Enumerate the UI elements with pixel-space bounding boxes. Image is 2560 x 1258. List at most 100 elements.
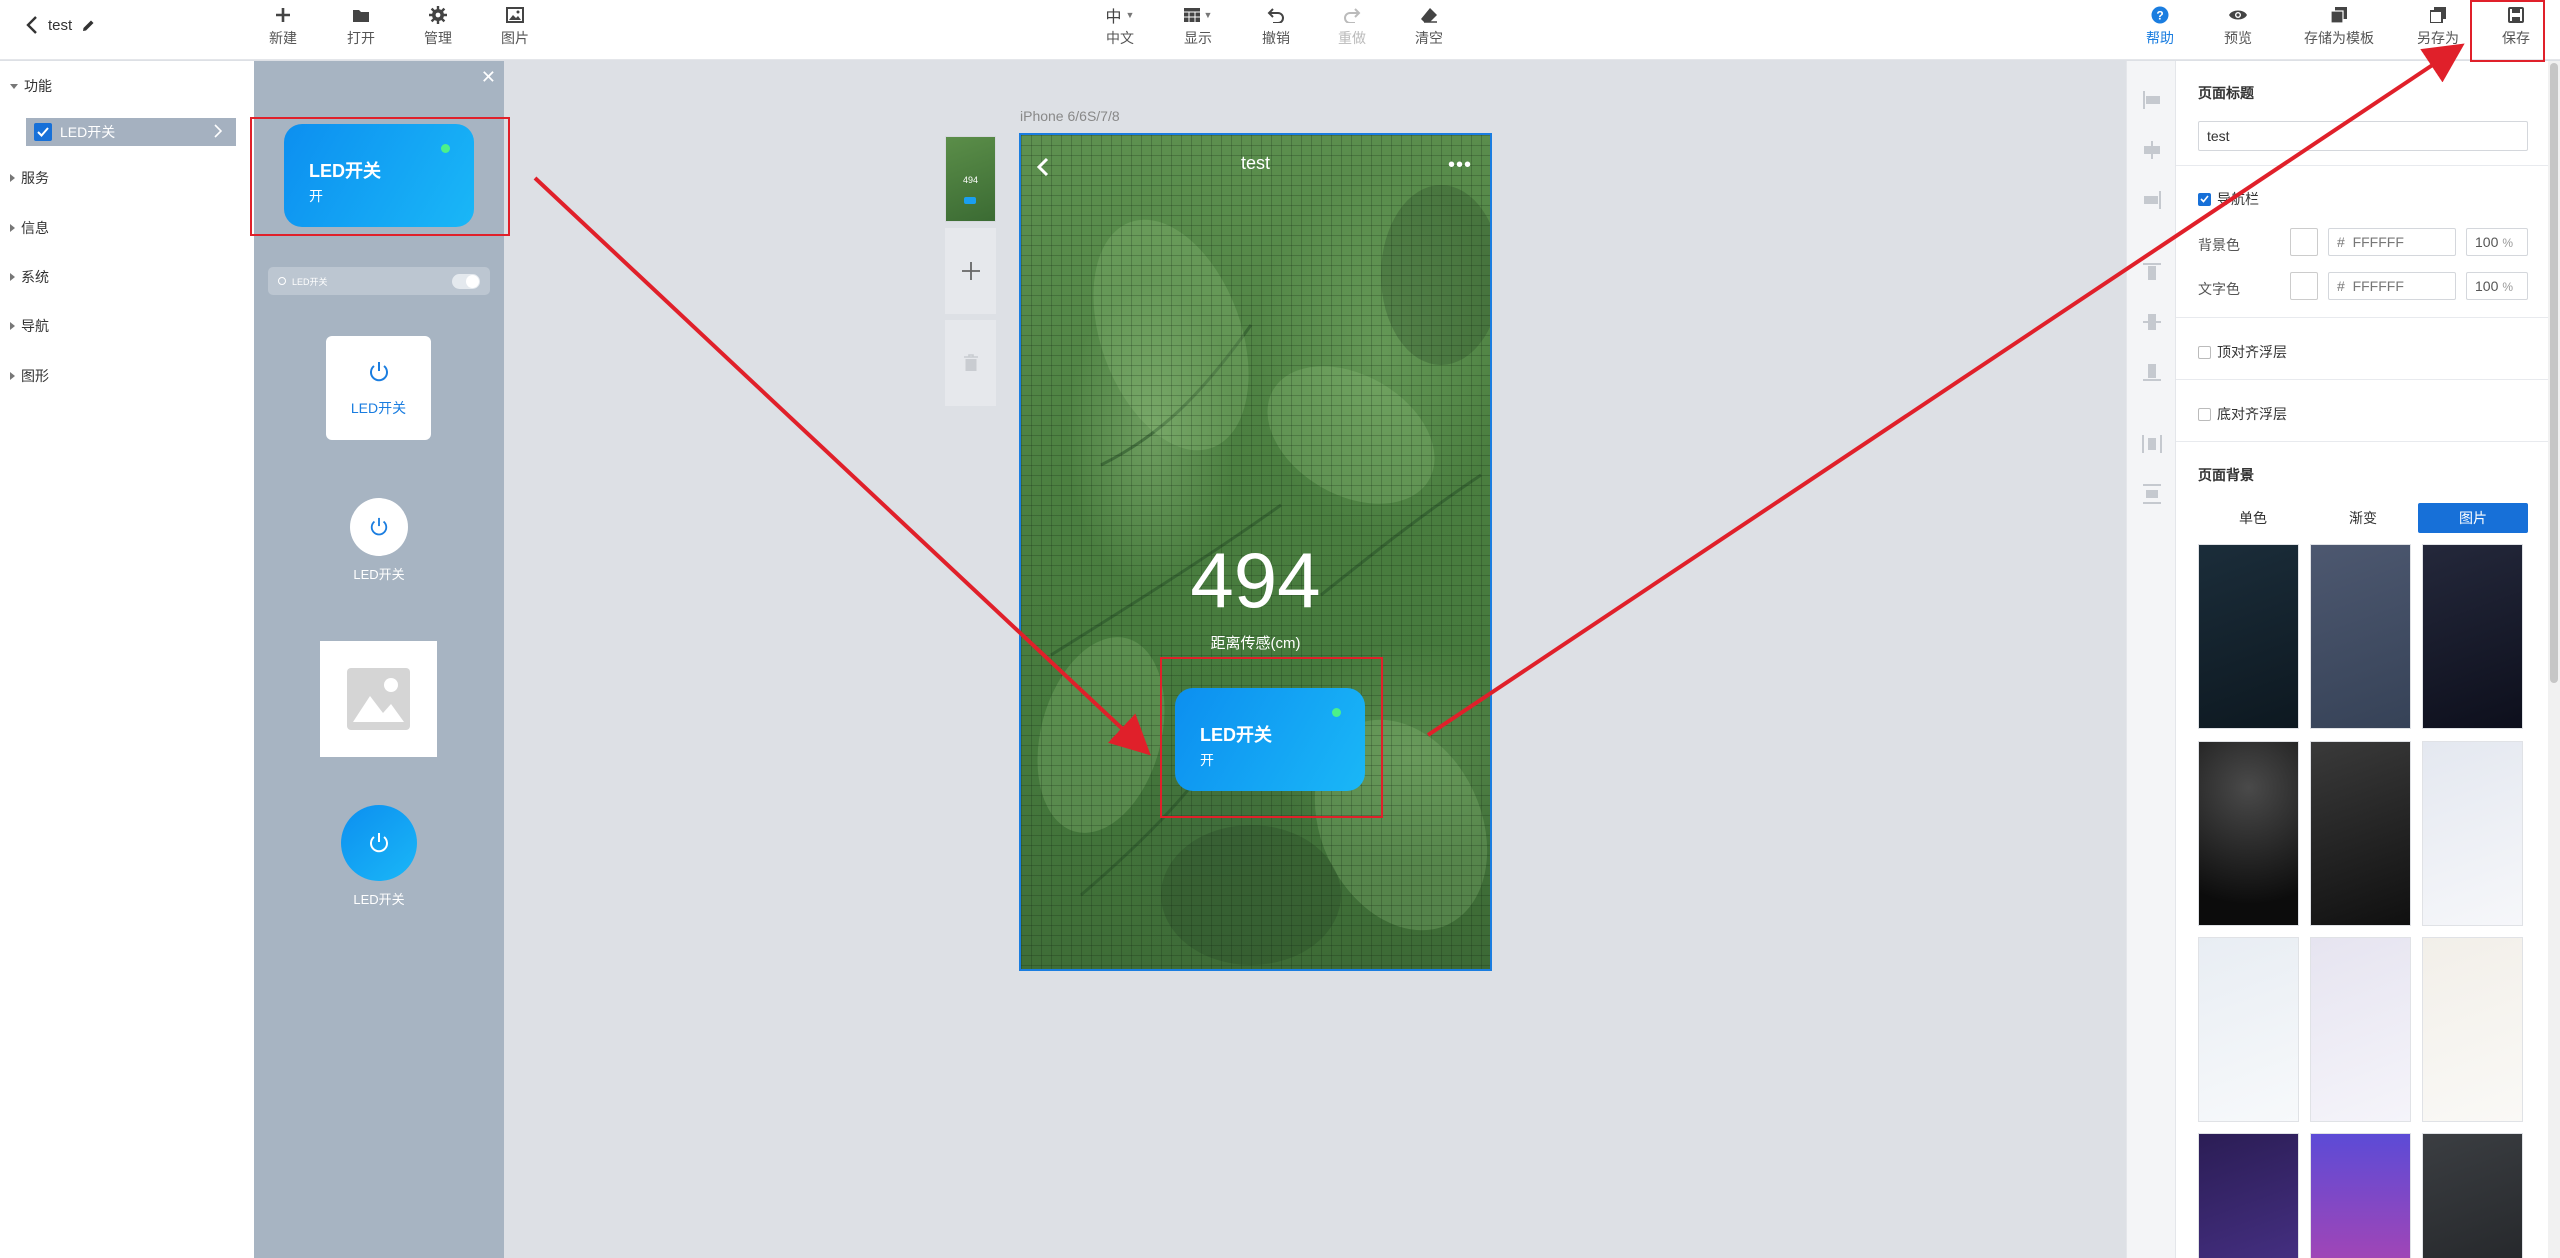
- status-dot-icon: [441, 144, 450, 153]
- palette-led-circle-button[interactable]: [350, 498, 408, 556]
- tree-category-label: 导航: [21, 318, 49, 334]
- palette-led-toggle[interactable]: LED开关: [268, 267, 490, 295]
- save-as-button[interactable]: 另存为: [2408, 4, 2468, 50]
- text-color-hex-input[interactable]: # FFFFFF: [2328, 272, 2456, 300]
- floppy-disk-icon: [2508, 4, 2524, 26]
- tree-category-label: 图形: [21, 368, 49, 384]
- align-middle-icon[interactable]: [2141, 311, 2163, 333]
- palette-led-square-button[interactable]: LED开关: [326, 336, 431, 440]
- language-button[interactable]: 中 ▼ 中文: [1090, 4, 1150, 50]
- edit-pencil-icon[interactable]: [82, 19, 95, 32]
- power-icon: [370, 362, 388, 382]
- checkbox-unchecked-icon[interactable]: [2198, 345, 2211, 359]
- undo-button[interactable]: 撤销: [1246, 4, 1306, 50]
- checkbox-checked-icon[interactable]: [34, 123, 52, 141]
- top-align-layer-checkbox[interactable]: 顶对齐浮层: [2198, 342, 2287, 362]
- bg-thumbnail[interactable]: [2310, 1133, 2411, 1258]
- palette-led-card[interactable]: LED开关 开: [284, 124, 474, 227]
- bg-thumbnail[interactable]: [2422, 741, 2523, 926]
- tree-item-label: LED开关: [60, 124, 116, 140]
- new-button[interactable]: 新建: [253, 4, 313, 50]
- bg-color-swatch[interactable]: [2290, 228, 2318, 256]
- bg-thumbnail[interactable]: [2310, 741, 2411, 926]
- status-dot-icon: [1332, 708, 1341, 717]
- bg-thumbnail[interactable]: [2422, 544, 2523, 729]
- tab-image[interactable]: 图片: [2418, 503, 2528, 533]
- distribute-horizontal-icon[interactable]: [2141, 433, 2163, 455]
- phone-led-card[interactable]: LED开关 开: [1175, 688, 1365, 791]
- bg-color-alpha-value: 100: [2475, 234, 2499, 250]
- led-card-state: 开: [1200, 752, 1214, 768]
- bg-thumbnail[interactable]: [2422, 1133, 2523, 1258]
- text-color-swatch[interactable]: [2290, 272, 2318, 300]
- add-page-button[interactable]: [945, 228, 996, 314]
- help-button[interactable]: ? 帮助: [2130, 4, 2190, 50]
- palette-image-placeholder[interactable]: [320, 641, 437, 757]
- open-label: 打开: [347, 30, 375, 46]
- clear-button[interactable]: 清空: [1399, 4, 1459, 50]
- tree-category-navigation[interactable]: 导航: [10, 315, 49, 337]
- palette-led-blue-circle-button[interactable]: [341, 805, 417, 881]
- bottom-align-label: 底对齐浮层: [2217, 406, 2287, 422]
- sensor-value[interactable]: 494: [1021, 535, 1490, 626]
- project-title: test: [48, 16, 73, 34]
- palette-blue-circle-label: LED开关: [353, 892, 405, 907]
- tree-category-info[interactable]: 信息: [10, 217, 49, 239]
- checkbox-unchecked-icon[interactable]: [2198, 407, 2211, 421]
- tree-category-service[interactable]: 服务: [10, 167, 49, 189]
- tree-category-label: 信息: [21, 220, 49, 236]
- align-top-icon[interactable]: [2141, 261, 2163, 283]
- top-toolbar: test 新建 打开 管理 图片 中 ▼ 中文 ▼ 显示 撤销 重做 清空 ? 帮…: [0, 0, 2560, 60]
- bg-color-alpha-input[interactable]: 100%: [2466, 228, 2528, 256]
- bg-thumbnail[interactable]: [2198, 937, 2299, 1122]
- align-center-horizontal-icon[interactable]: [2141, 139, 2163, 161]
- bg-thumbnail[interactable]: [2198, 741, 2299, 926]
- tree-item-led-switch[interactable]: LED开关: [26, 118, 236, 146]
- align-bottom-icon[interactable]: [2141, 361, 2163, 383]
- page-title-input[interactable]: test: [2198, 121, 2528, 151]
- navbar-checkbox[interactable]: 导航栏: [2198, 189, 2259, 209]
- scrollbar-thumb[interactable]: [2550, 63, 2558, 683]
- tab-solid[interactable]: 单色: [2198, 503, 2308, 533]
- bg-thumbnail[interactable]: [2310, 544, 2411, 729]
- tree-category-system[interactable]: 系统: [10, 266, 49, 288]
- align-right-icon[interactable]: [2141, 189, 2163, 211]
- bg-color-hex-input[interactable]: # FFFFFF: [2328, 228, 2456, 256]
- more-dots-icon[interactable]: •••: [1448, 155, 1472, 175]
- bg-thumbnail[interactable]: [2198, 1133, 2299, 1258]
- scrollbar[interactable]: [2548, 61, 2560, 1258]
- tree-category-label: 服务: [21, 170, 49, 186]
- back-arrow-icon[interactable]: [26, 16, 38, 34]
- open-button[interactable]: 打开: [331, 4, 391, 50]
- tree-category-graphics[interactable]: 图形: [10, 365, 49, 387]
- save-as-template-button[interactable]: 存储为模板: [2304, 4, 2374, 50]
- text-color-alpha-input[interactable]: 100%: [2466, 272, 2528, 300]
- phone-canvas[interactable]: test ••• 494 距离传感(cm) LED开关 开: [1019, 133, 1492, 971]
- redo-button[interactable]: 重做: [1322, 4, 1382, 50]
- tab-gradient[interactable]: 渐变: [2308, 503, 2418, 533]
- bg-thumbnail[interactable]: [2198, 544, 2299, 729]
- delete-page-button[interactable]: [945, 320, 996, 406]
- sensor-label: 距离传感(cm): [1210, 635, 1301, 652]
- page-thumbnail[interactable]: 494: [945, 136, 996, 222]
- manage-button[interactable]: 管理: [408, 4, 468, 50]
- bg-thumbnail[interactable]: [2310, 937, 2411, 1122]
- bottom-align-layer-checkbox[interactable]: 底对齐浮层: [2198, 404, 2287, 424]
- divider: [2176, 441, 2560, 442]
- preview-button[interactable]: 预览: [2208, 4, 2268, 50]
- save-label: 保存: [2502, 30, 2530, 46]
- image-label: 图片: [501, 30, 529, 46]
- text-color-hex-value: FFFFFF: [2352, 278, 2404, 294]
- align-left-icon[interactable]: [2141, 89, 2163, 111]
- image-button[interactable]: 图片: [485, 4, 545, 50]
- hash-prefix: #: [2337, 234, 2345, 250]
- save-button[interactable]: 保存: [2486, 4, 2546, 50]
- bg-thumbnail[interactable]: [2422, 937, 2523, 1122]
- toggle-switch[interactable]: [452, 274, 480, 289]
- checkbox-checked-icon[interactable]: [2198, 192, 2211, 206]
- image-placeholder-icon: [347, 668, 410, 730]
- tree-category-function[interactable]: 功能: [10, 75, 52, 97]
- close-icon[interactable]: ✕: [481, 67, 496, 88]
- distribute-vertical-icon[interactable]: [2141, 483, 2163, 505]
- display-button[interactable]: ▼ 显示: [1168, 4, 1228, 50]
